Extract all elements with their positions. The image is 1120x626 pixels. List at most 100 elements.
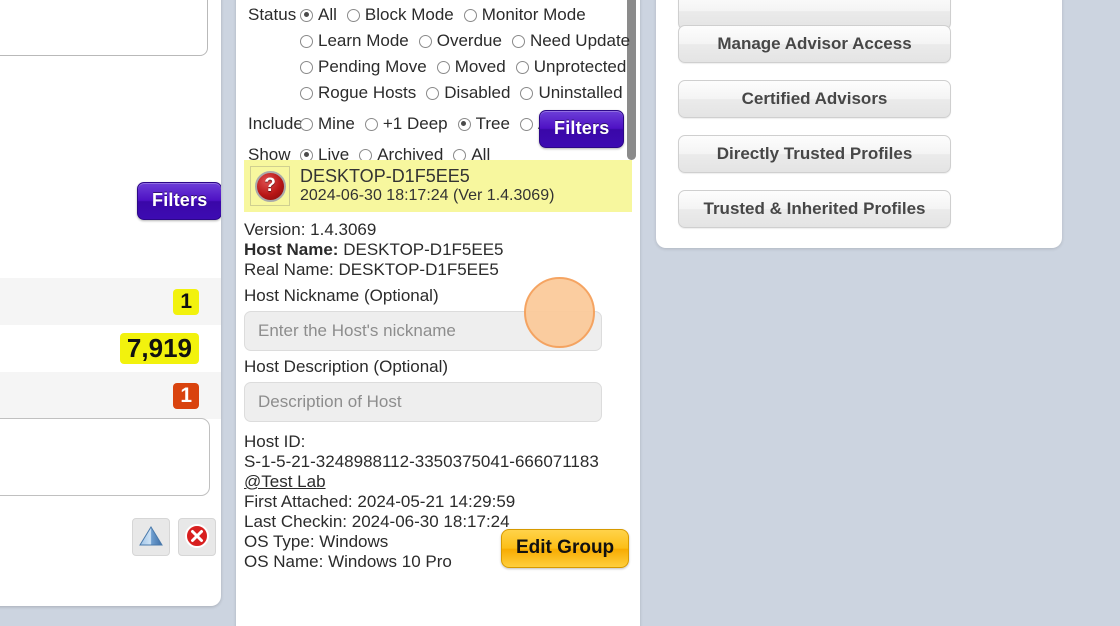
host-os-name-label: OS Name: (244, 552, 323, 571)
radio-status-learn-mode[interactable] (300, 35, 313, 48)
status-option-need-update[interactable]: Need Update (502, 28, 630, 54)
radio-include-all[interactable] (520, 118, 533, 131)
radio-status-moved-label: Moved (455, 54, 506, 80)
status-option-moved[interactable]: Moved (427, 54, 506, 80)
status-label: Status (248, 2, 300, 28)
host-description-input[interactable] (244, 382, 602, 422)
radio-status-uninstalled[interactable] (520, 87, 533, 100)
radio-status-disabled-label: Disabled (444, 80, 510, 106)
host-version-label: Version: (244, 220, 305, 239)
left-panel-content: ps I Manage blic, Software & Global blic… (0, 0, 221, 606)
host-first-attached-line: First Attached: 2024-05-21 14:29:59 (244, 492, 632, 512)
triangle-up-icon-button[interactable] (132, 518, 170, 556)
status-option-monitor-mode[interactable]: Monitor Mode (454, 2, 586, 28)
host-name-line: Host Name: DESKTOP-D1F5EE5 (244, 240, 632, 260)
directly-trusted-profiles-button[interactable]: Directly Trusted Profiles (678, 135, 951, 173)
include-option-mine[interactable]: Mine (300, 111, 355, 137)
left-filter-row-2: Main Subgroup (0, 138, 210, 164)
status-option-all[interactable]: All (300, 2, 337, 28)
host-nickname-label: Host Nickname (Optional) (244, 286, 632, 306)
radio-status-disabled[interactable] (426, 87, 439, 100)
status-badge: 7,919 (120, 333, 199, 364)
radio-status-pending-move[interactable] (300, 61, 313, 74)
radio-status-monitor-mode[interactable] (464, 9, 477, 22)
status-option-overdue[interactable]: Overdue (409, 28, 502, 54)
radio-include-tree[interactable] (458, 118, 471, 131)
edit-group-button[interactable]: Edit Group (501, 529, 629, 568)
left-filter-panel: ps I Manage blic, Software & Global blic… (0, 0, 221, 606)
radio-status-rogue-hosts[interactable] (300, 87, 313, 100)
status-option-pending-move[interactable]: Pending Move (300, 54, 427, 80)
radio-status-overdue[interactable] (419, 35, 432, 48)
group-badge-list: o Breach Main Ac... 1 o Breach Main Ac..… (0, 278, 221, 419)
host-description-label: Host Description (Optional) (244, 357, 632, 377)
host-header-title: DESKTOP-D1F5EE5 (300, 167, 554, 186)
host-real-name-label: Real Name: (244, 260, 334, 279)
red-question-mark-icon: ? (255, 171, 286, 202)
host-nickname-input[interactable] (244, 311, 602, 351)
left-panel-footer: List (0, 508, 221, 568)
left-filters-button[interactable]: Filters (137, 182, 221, 220)
status-option-uninstalled[interactable]: Uninstalled (510, 80, 622, 106)
app-root: ps I Manage blic, Software & Global blic… (0, 0, 1120, 626)
radio-include-tree-label: Tree (476, 111, 510, 137)
host-header-text: DESKTOP-D1F5EE5 2024-06-30 18:17:24 (Ver… (300, 167, 554, 205)
host-id-value: S-1-5-21-3248988112-3350375041-666071183 (244, 452, 632, 472)
host-os-type-label: OS Type: (244, 532, 315, 551)
status-filter-row-3: Pending Move Moved Unprotected (248, 54, 624, 80)
trusted-inherited-profiles-button[interactable]: Trusted & Inherited Profiles (678, 190, 951, 228)
host-first-attached-value: 2024-05-21 14:29:59 (357, 492, 515, 511)
certified-advisors-button[interactable]: Certified Advisors (678, 80, 951, 118)
manage-advisor-access-button[interactable]: Manage Advisor Access (678, 25, 951, 63)
status-option-rogue-hosts[interactable]: Rogue Hosts (300, 80, 416, 106)
host-last-checkin-label: Last Checkin: (244, 512, 347, 531)
radio-status-moved[interactable] (437, 61, 450, 74)
middle-filters-button[interactable]: Filters (539, 110, 624, 148)
host-id-label: Host ID: (244, 432, 632, 452)
left-filter-row-0: blic, Software & Global (0, 80, 210, 106)
radio-status-all[interactable] (300, 9, 313, 22)
host-status-icon-frame: ? (250, 166, 290, 206)
host-name-value: DESKTOP-D1F5EE5 (343, 240, 503, 259)
status-filter-row-2: Learn Mode Overdue Need Update (248, 28, 624, 54)
table-row[interactable]: o Breach Main Ac... 1 (0, 372, 221, 419)
status-option-learn-mode[interactable]: Learn Mode (300, 28, 409, 54)
table-row[interactable]: o Breach Main Ac... 1 (0, 278, 221, 325)
triangle-up-icon (137, 522, 165, 550)
radio-include-mine[interactable] (300, 118, 313, 131)
radio-status-rogue-hosts-label: Rogue Hosts (318, 80, 416, 106)
host-version-value: 1.4.3069 (310, 220, 376, 239)
status-filter-row-4: Rogue Hosts Disabled Uninstalled (248, 80, 624, 106)
host-os-type-value: Windows (319, 532, 388, 551)
status-option-disabled[interactable]: Disabled (416, 80, 510, 106)
host-detail-body: Version: 1.4.3069 Host Name: DESKTOP-D1F… (244, 220, 632, 572)
radio-status-unprotected-label: Unprotected (534, 54, 627, 80)
table-row[interactable]: o Breach Main Ac... 7,919 (0, 325, 221, 372)
radio-status-need-update-label: Need Update (530, 28, 630, 54)
status-option-block-mode[interactable]: Block Mode (337, 2, 454, 28)
radio-status-all-label: All (318, 2, 337, 28)
left-filter-row-1: blic Software Global (0, 106, 210, 132)
host-version-line: Version: 1.4.3069 (244, 220, 632, 240)
include-option-plus1deep[interactable]: +1 Deep (355, 111, 448, 137)
host-header-subtitle: 2024-06-30 18:17:24 (Ver 1.4.3069) (300, 186, 554, 205)
delete-button[interactable] (178, 518, 216, 556)
groups-i-manage-box: ps I Manage (0, 0, 208, 56)
radio-status-block-mode[interactable] (347, 9, 360, 22)
include-option-tree[interactable]: Tree (448, 111, 510, 137)
status-badge: 1 (173, 383, 199, 409)
host-real-name-value: DESKTOP-D1F5EE5 (339, 260, 499, 279)
radio-status-need-update[interactable] (512, 35, 525, 48)
host-header-bar[interactable]: ? DESKTOP-D1F5EE5 2024-06-30 18:17:24 (V… (244, 160, 632, 212)
host-os-name-value: Windows 10 Pro (328, 552, 452, 571)
delete-circle-icon (183, 522, 211, 550)
radio-include-plus1deep-label: +1 Deep (383, 111, 448, 137)
status-option-unprotected[interactable]: Unprotected (506, 54, 627, 80)
radio-status-block-mode-label: Block Mode (365, 2, 454, 28)
panel-scrollbar-thumb[interactable] (627, 0, 636, 160)
host-group-link[interactable]: @Test Lab (244, 472, 326, 491)
radio-status-unprotected[interactable] (516, 61, 529, 74)
host-last-checkin-value: 2024-06-30 18:17:24 (352, 512, 510, 531)
radio-include-plus1deep[interactable] (365, 118, 378, 131)
status-badge: 1 (173, 289, 199, 315)
